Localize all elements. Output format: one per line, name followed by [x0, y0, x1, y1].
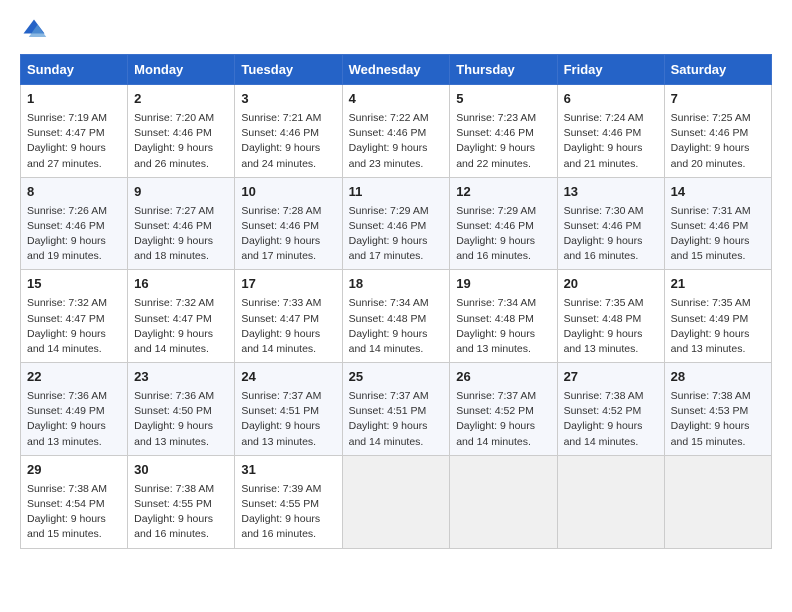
week-row-5: 29Sunrise: 7:38 AMSunset: 4:54 PMDayligh…: [21, 455, 772, 548]
calendar-cell: 11Sunrise: 7:29 AMSunset: 4:46 PMDayligh…: [342, 177, 450, 270]
calendar-cell: 14Sunrise: 7:31 AMSunset: 4:46 PMDayligh…: [664, 177, 771, 270]
calendar-cell: 17Sunrise: 7:33 AMSunset: 4:47 PMDayligh…: [235, 270, 342, 363]
calendar-cell: 28Sunrise: 7:38 AMSunset: 4:53 PMDayligh…: [664, 363, 771, 456]
calendar-cell: 23Sunrise: 7:36 AMSunset: 4:50 PMDayligh…: [128, 363, 235, 456]
calendar-cell: 6Sunrise: 7:24 AMSunset: 4:46 PMDaylight…: [557, 85, 664, 178]
calendar-cell: 25Sunrise: 7:37 AMSunset: 4:51 PMDayligh…: [342, 363, 450, 456]
calendar-cell: [342, 455, 450, 548]
day-number: 21: [671, 275, 765, 294]
day-number: 5: [456, 90, 550, 109]
calendar-cell: [450, 455, 557, 548]
weekday-header-saturday: Saturday: [664, 55, 771, 85]
weekday-header-friday: Friday: [557, 55, 664, 85]
calendar-cell: 5Sunrise: 7:23 AMSunset: 4:46 PMDaylight…: [450, 85, 557, 178]
week-row-2: 8Sunrise: 7:26 AMSunset: 4:46 PMDaylight…: [21, 177, 772, 270]
weekday-header-thursday: Thursday: [450, 55, 557, 85]
day-number: 11: [349, 183, 444, 202]
logo-icon: [20, 16, 48, 44]
day-number: 13: [564, 183, 658, 202]
calendar-cell: [557, 455, 664, 548]
calendar-cell: 26Sunrise: 7:37 AMSunset: 4:52 PMDayligh…: [450, 363, 557, 456]
calendar-cell: 12Sunrise: 7:29 AMSunset: 4:46 PMDayligh…: [450, 177, 557, 270]
day-number: 26: [456, 368, 550, 387]
day-number: 25: [349, 368, 444, 387]
day-number: 4: [349, 90, 444, 109]
day-number: 2: [134, 90, 228, 109]
calendar-cell: 16Sunrise: 7:32 AMSunset: 4:47 PMDayligh…: [128, 270, 235, 363]
day-number: 20: [564, 275, 658, 294]
calendar-cell: 4Sunrise: 7:22 AMSunset: 4:46 PMDaylight…: [342, 85, 450, 178]
day-number: 12: [456, 183, 550, 202]
calendar-cell: 18Sunrise: 7:34 AMSunset: 4:48 PMDayligh…: [342, 270, 450, 363]
day-number: 15: [27, 275, 121, 294]
calendar-table: SundayMondayTuesdayWednesdayThursdayFrid…: [20, 54, 772, 549]
logo: [20, 16, 52, 44]
day-number: 16: [134, 275, 228, 294]
day-number: 18: [349, 275, 444, 294]
weekday-header-row: SundayMondayTuesdayWednesdayThursdayFrid…: [21, 55, 772, 85]
day-number: 8: [27, 183, 121, 202]
day-number: 27: [564, 368, 658, 387]
calendar-cell: 8Sunrise: 7:26 AMSunset: 4:46 PMDaylight…: [21, 177, 128, 270]
weekday-header-monday: Monday: [128, 55, 235, 85]
calendar-cell: 10Sunrise: 7:28 AMSunset: 4:46 PMDayligh…: [235, 177, 342, 270]
calendar-cell: 7Sunrise: 7:25 AMSunset: 4:46 PMDaylight…: [664, 85, 771, 178]
calendar-cell: 29Sunrise: 7:38 AMSunset: 4:54 PMDayligh…: [21, 455, 128, 548]
week-row-1: 1Sunrise: 7:19 AMSunset: 4:47 PMDaylight…: [21, 85, 772, 178]
calendar-cell: 22Sunrise: 7:36 AMSunset: 4:49 PMDayligh…: [21, 363, 128, 456]
day-number: 19: [456, 275, 550, 294]
weekday-header-tuesday: Tuesday: [235, 55, 342, 85]
calendar-cell: 30Sunrise: 7:38 AMSunset: 4:55 PMDayligh…: [128, 455, 235, 548]
calendar-cell: 2Sunrise: 7:20 AMSunset: 4:46 PMDaylight…: [128, 85, 235, 178]
day-number: 22: [27, 368, 121, 387]
calendar-cell: 13Sunrise: 7:30 AMSunset: 4:46 PMDayligh…: [557, 177, 664, 270]
calendar-cell: 20Sunrise: 7:35 AMSunset: 4:48 PMDayligh…: [557, 270, 664, 363]
weekday-header-wednesday: Wednesday: [342, 55, 450, 85]
day-number: 31: [241, 461, 335, 480]
day-number: 23: [134, 368, 228, 387]
day-number: 6: [564, 90, 658, 109]
calendar-cell: 21Sunrise: 7:35 AMSunset: 4:49 PMDayligh…: [664, 270, 771, 363]
day-number: 7: [671, 90, 765, 109]
calendar-cell: [664, 455, 771, 548]
day-number: 30: [134, 461, 228, 480]
day-number: 9: [134, 183, 228, 202]
calendar-cell: 1Sunrise: 7:19 AMSunset: 4:47 PMDaylight…: [21, 85, 128, 178]
day-number: 17: [241, 275, 335, 294]
calendar-cell: 9Sunrise: 7:27 AMSunset: 4:46 PMDaylight…: [128, 177, 235, 270]
calendar-cell: 19Sunrise: 7:34 AMSunset: 4:48 PMDayligh…: [450, 270, 557, 363]
day-number: 28: [671, 368, 765, 387]
calendar-cell: 27Sunrise: 7:38 AMSunset: 4:52 PMDayligh…: [557, 363, 664, 456]
week-row-4: 22Sunrise: 7:36 AMSunset: 4:49 PMDayligh…: [21, 363, 772, 456]
day-number: 29: [27, 461, 121, 480]
day-number: 24: [241, 368, 335, 387]
day-number: 3: [241, 90, 335, 109]
calendar-cell: 3Sunrise: 7:21 AMSunset: 4:46 PMDaylight…: [235, 85, 342, 178]
page-header: [20, 16, 772, 44]
calendar-cell: 31Sunrise: 7:39 AMSunset: 4:55 PMDayligh…: [235, 455, 342, 548]
day-number: 10: [241, 183, 335, 202]
calendar-cell: 24Sunrise: 7:37 AMSunset: 4:51 PMDayligh…: [235, 363, 342, 456]
weekday-header-sunday: Sunday: [21, 55, 128, 85]
calendar-cell: 15Sunrise: 7:32 AMSunset: 4:47 PMDayligh…: [21, 270, 128, 363]
week-row-3: 15Sunrise: 7:32 AMSunset: 4:47 PMDayligh…: [21, 270, 772, 363]
day-number: 1: [27, 90, 121, 109]
day-number: 14: [671, 183, 765, 202]
